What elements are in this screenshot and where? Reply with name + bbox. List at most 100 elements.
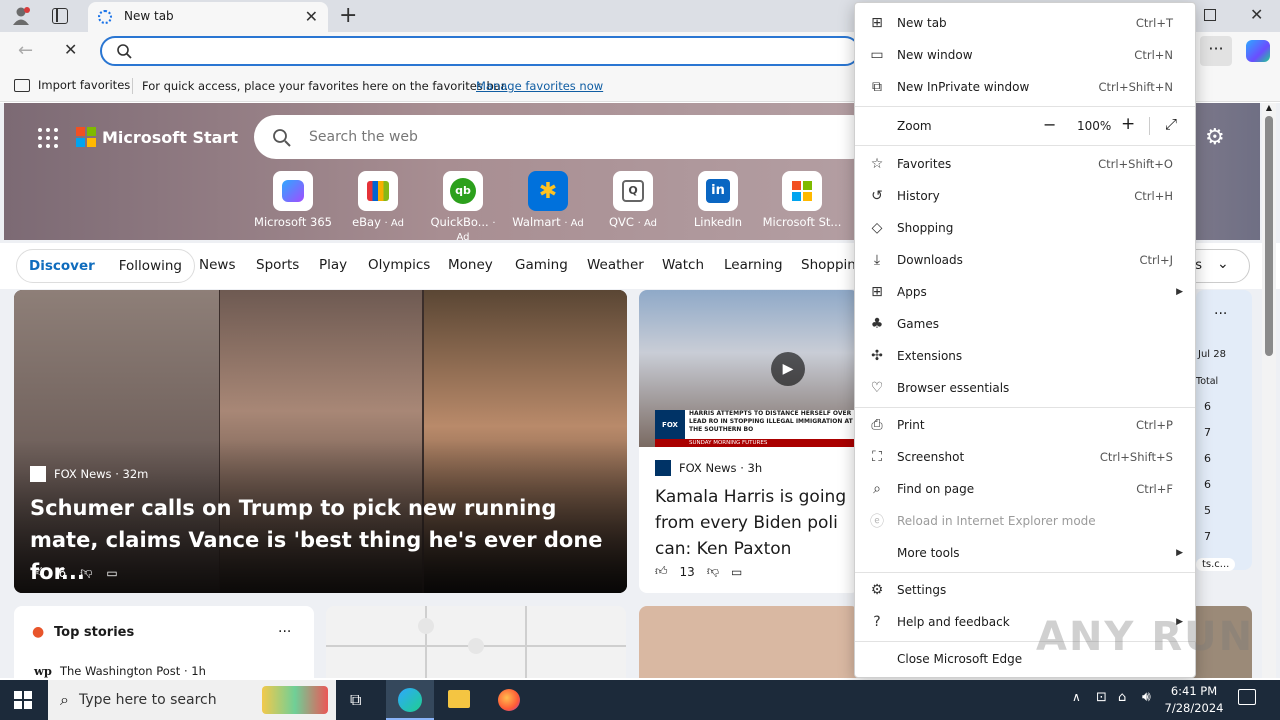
menu-new-tab[interactable]: ⊞ New tab Ctrl+T	[855, 7, 1195, 39]
comment-icon[interactable]: ▭	[731, 565, 742, 579]
menu-new-inprivate[interactable]: ⧉ New InPrivate window Ctrl+Shift+N	[855, 71, 1195, 103]
menu-print[interactable]: ⎙ Print Ctrl+P	[855, 409, 1195, 441]
puzzle-card[interactable]	[326, 606, 626, 678]
new-window-icon: ▭	[870, 47, 884, 63]
like-icon[interactable]: 👍︎	[32, 565, 45, 580]
tab-new-tab[interactable]: New tab ✕	[88, 2, 328, 32]
menu-new-window[interactable]: ▭ New window Ctrl+N	[855, 39, 1195, 71]
zoom-in-icon[interactable]: +	[1121, 114, 1135, 134]
task-view-icon[interactable]: ⧉	[350, 690, 361, 710]
tab-actions-icon[interactable]	[52, 8, 68, 24]
menu-browser-essentials[interactable]: ♡ Browser essentials	[855, 372, 1195, 404]
tab-discover[interactable]: Discover	[17, 258, 107, 274]
menu-shopping[interactable]: ◇ Shopping	[855, 212, 1195, 244]
nav-learning[interactable]: Learning	[724, 257, 783, 273]
clock[interactable]: 6:41 PM 7/28/2024	[1164, 683, 1224, 717]
settings-gear-icon[interactable]: ⚙	[1205, 125, 1225, 150]
quicklink-microsoft-365[interactable]: Microsoft 365	[253, 171, 333, 229]
menu-label: Zoom	[897, 119, 932, 133]
quicklink-walmart[interactable]: ✱ Walmart · Ad	[508, 171, 588, 229]
play-icon[interactable]: ▶	[771, 352, 805, 386]
nav-weather[interactable]: Weather	[587, 257, 644, 273]
import-favorites-button[interactable]: Import favorites	[14, 78, 130, 92]
dislike-icon[interactable]: 👎︎	[80, 565, 92, 580]
menu-history[interactable]: ↺ History Ctrl+H	[855, 180, 1195, 212]
nav-gaming[interactable]: Gaming	[515, 257, 568, 273]
ebay-icon	[358, 171, 398, 211]
quicklink-linkedin[interactable]: in LinkedIn	[678, 171, 758, 229]
quicklink-microsoft-store[interactable]: Microsoft St...	[762, 171, 842, 229]
menu-screenshot[interactable]: ⛶ Screenshot Ctrl+Shift+S	[855, 441, 1195, 473]
stop-loading-icon[interactable]: ✕	[64, 40, 77, 59]
nav-watch[interactable]: Watch	[662, 257, 704, 273]
scroll-up-icon[interactable]: ▲	[1262, 103, 1276, 112]
search-icon	[117, 44, 132, 59]
edge-taskbar-icon[interactable]	[386, 680, 434, 720]
nav-news[interactable]: News	[199, 257, 235, 273]
network-icon[interactable]: ⊡	[1096, 690, 1107, 705]
page-scrollbar[interactable]: ▲	[1262, 103, 1276, 678]
story-card-main[interactable]: FOX News · 32m Schumer calls on Trump to…	[14, 290, 627, 593]
file-explorer-icon[interactable]	[448, 690, 470, 708]
notification-icon[interactable]	[1238, 689, 1256, 705]
quicklink-label: eBay	[352, 215, 381, 229]
firefox-icon[interactable]	[498, 689, 520, 711]
like-icon[interactable]: 👍︎	[655, 564, 668, 579]
menu-settings[interactable]: ⚙ Settings	[855, 574, 1195, 606]
more-options-icon[interactable]: ···	[1214, 306, 1227, 322]
start-button[interactable]	[14, 691, 32, 709]
fox-news-logo-icon: FOX	[655, 410, 685, 440]
nav-sports[interactable]: Sports	[256, 257, 299, 273]
menu-apps[interactable]: ⊞ Apps ▶	[855, 276, 1195, 308]
nav-money[interactable]: Money	[448, 257, 493, 273]
close-tab-icon[interactable]: ✕	[305, 7, 318, 26]
menu-label: New InPrivate window	[897, 80, 1030, 94]
quicklink-qvc[interactable]: Q QVC · Ad	[593, 171, 673, 229]
quicklink-quickbooks[interactable]: qb QuickBo... · Ad	[423, 171, 503, 243]
menu-label: Shopping	[897, 221, 954, 235]
copilot-icon[interactable]	[1246, 40, 1270, 62]
menu-favorites[interactable]: ☆ Favorites Ctrl+Shift+O	[855, 148, 1195, 180]
comment-icon[interactable]: ▭	[106, 566, 117, 580]
address-bar[interactable]	[100, 36, 860, 66]
menu-extensions[interactable]: ✣ Extensions	[855, 340, 1195, 372]
fullscreen-icon[interactable]: ⤢	[1165, 115, 1177, 133]
close-window-icon[interactable]: ✕	[1250, 5, 1263, 24]
story-card-bottom[interactable]	[639, 606, 859, 678]
more-options-icon[interactable]: ···	[278, 624, 291, 640]
manage-favorites-link[interactable]: Manage favorites now	[476, 79, 603, 93]
flame-icon: ●	[32, 624, 45, 640]
menu-games[interactable]: ♣ Games	[855, 308, 1195, 340]
tray-chevron-icon[interactable]: ∧	[1072, 690, 1081, 704]
scroll-thumb[interactable]	[1265, 116, 1273, 356]
brand[interactable]: Microsoft Start	[76, 127, 238, 147]
menu-find-on-page[interactable]: ⌕ Find on page Ctrl+F	[855, 473, 1195, 505]
nav-shopping[interactable]: Shopping	[801, 257, 855, 273]
wifi-icon[interactable]: ⌂	[1118, 690, 1126, 705]
nav-play[interactable]: Play	[319, 257, 347, 273]
back-icon[interactable]: ←	[18, 40, 33, 61]
volume-icon[interactable]: 🔊︎	[1142, 689, 1151, 705]
story-card-video[interactable]: ▶ HARRIS ATTEMPTS TO DISTANCE HERSELF OV…	[639, 290, 859, 593]
nav-olympics[interactable]: Olympics	[368, 257, 430, 273]
screenshot-icon: ⛶	[872, 449, 882, 465]
new-tab-button[interactable]: +	[339, 3, 357, 28]
story-headline[interactable]: Kamala Harris is going from every Biden …	[655, 484, 859, 562]
tab-following[interactable]: Following	[107, 258, 194, 274]
taskbar-search[interactable]: ⌕ Type here to search	[48, 680, 336, 720]
menu-label: More tools	[897, 546, 960, 560]
settings-and-more-icon[interactable]: ···	[1200, 36, 1232, 66]
restore-window-icon[interactable]	[1204, 9, 1216, 21]
profile-icon[interactable]	[10, 6, 32, 26]
zoom-out-icon[interactable]: −	[1043, 115, 1056, 134]
dislike-icon[interactable]: 👎︎	[707, 564, 719, 579]
quicklink-label: QVC	[609, 215, 634, 229]
menu-label: New tab	[897, 16, 947, 30]
quicklink-ebay[interactable]: eBay · Ad	[338, 171, 418, 229]
menu-downloads[interactable]: ⤓ Downloads Ctrl+J	[855, 244, 1195, 276]
app-launcher-icon[interactable]	[38, 128, 58, 148]
panel-link[interactable]: ts.c...	[1196, 558, 1236, 571]
menu-separator	[855, 572, 1195, 573]
menu-more-tools[interactable]: More tools ▶	[855, 537, 1195, 569]
web-search-box[interactable]: Search the web	[254, 115, 874, 159]
